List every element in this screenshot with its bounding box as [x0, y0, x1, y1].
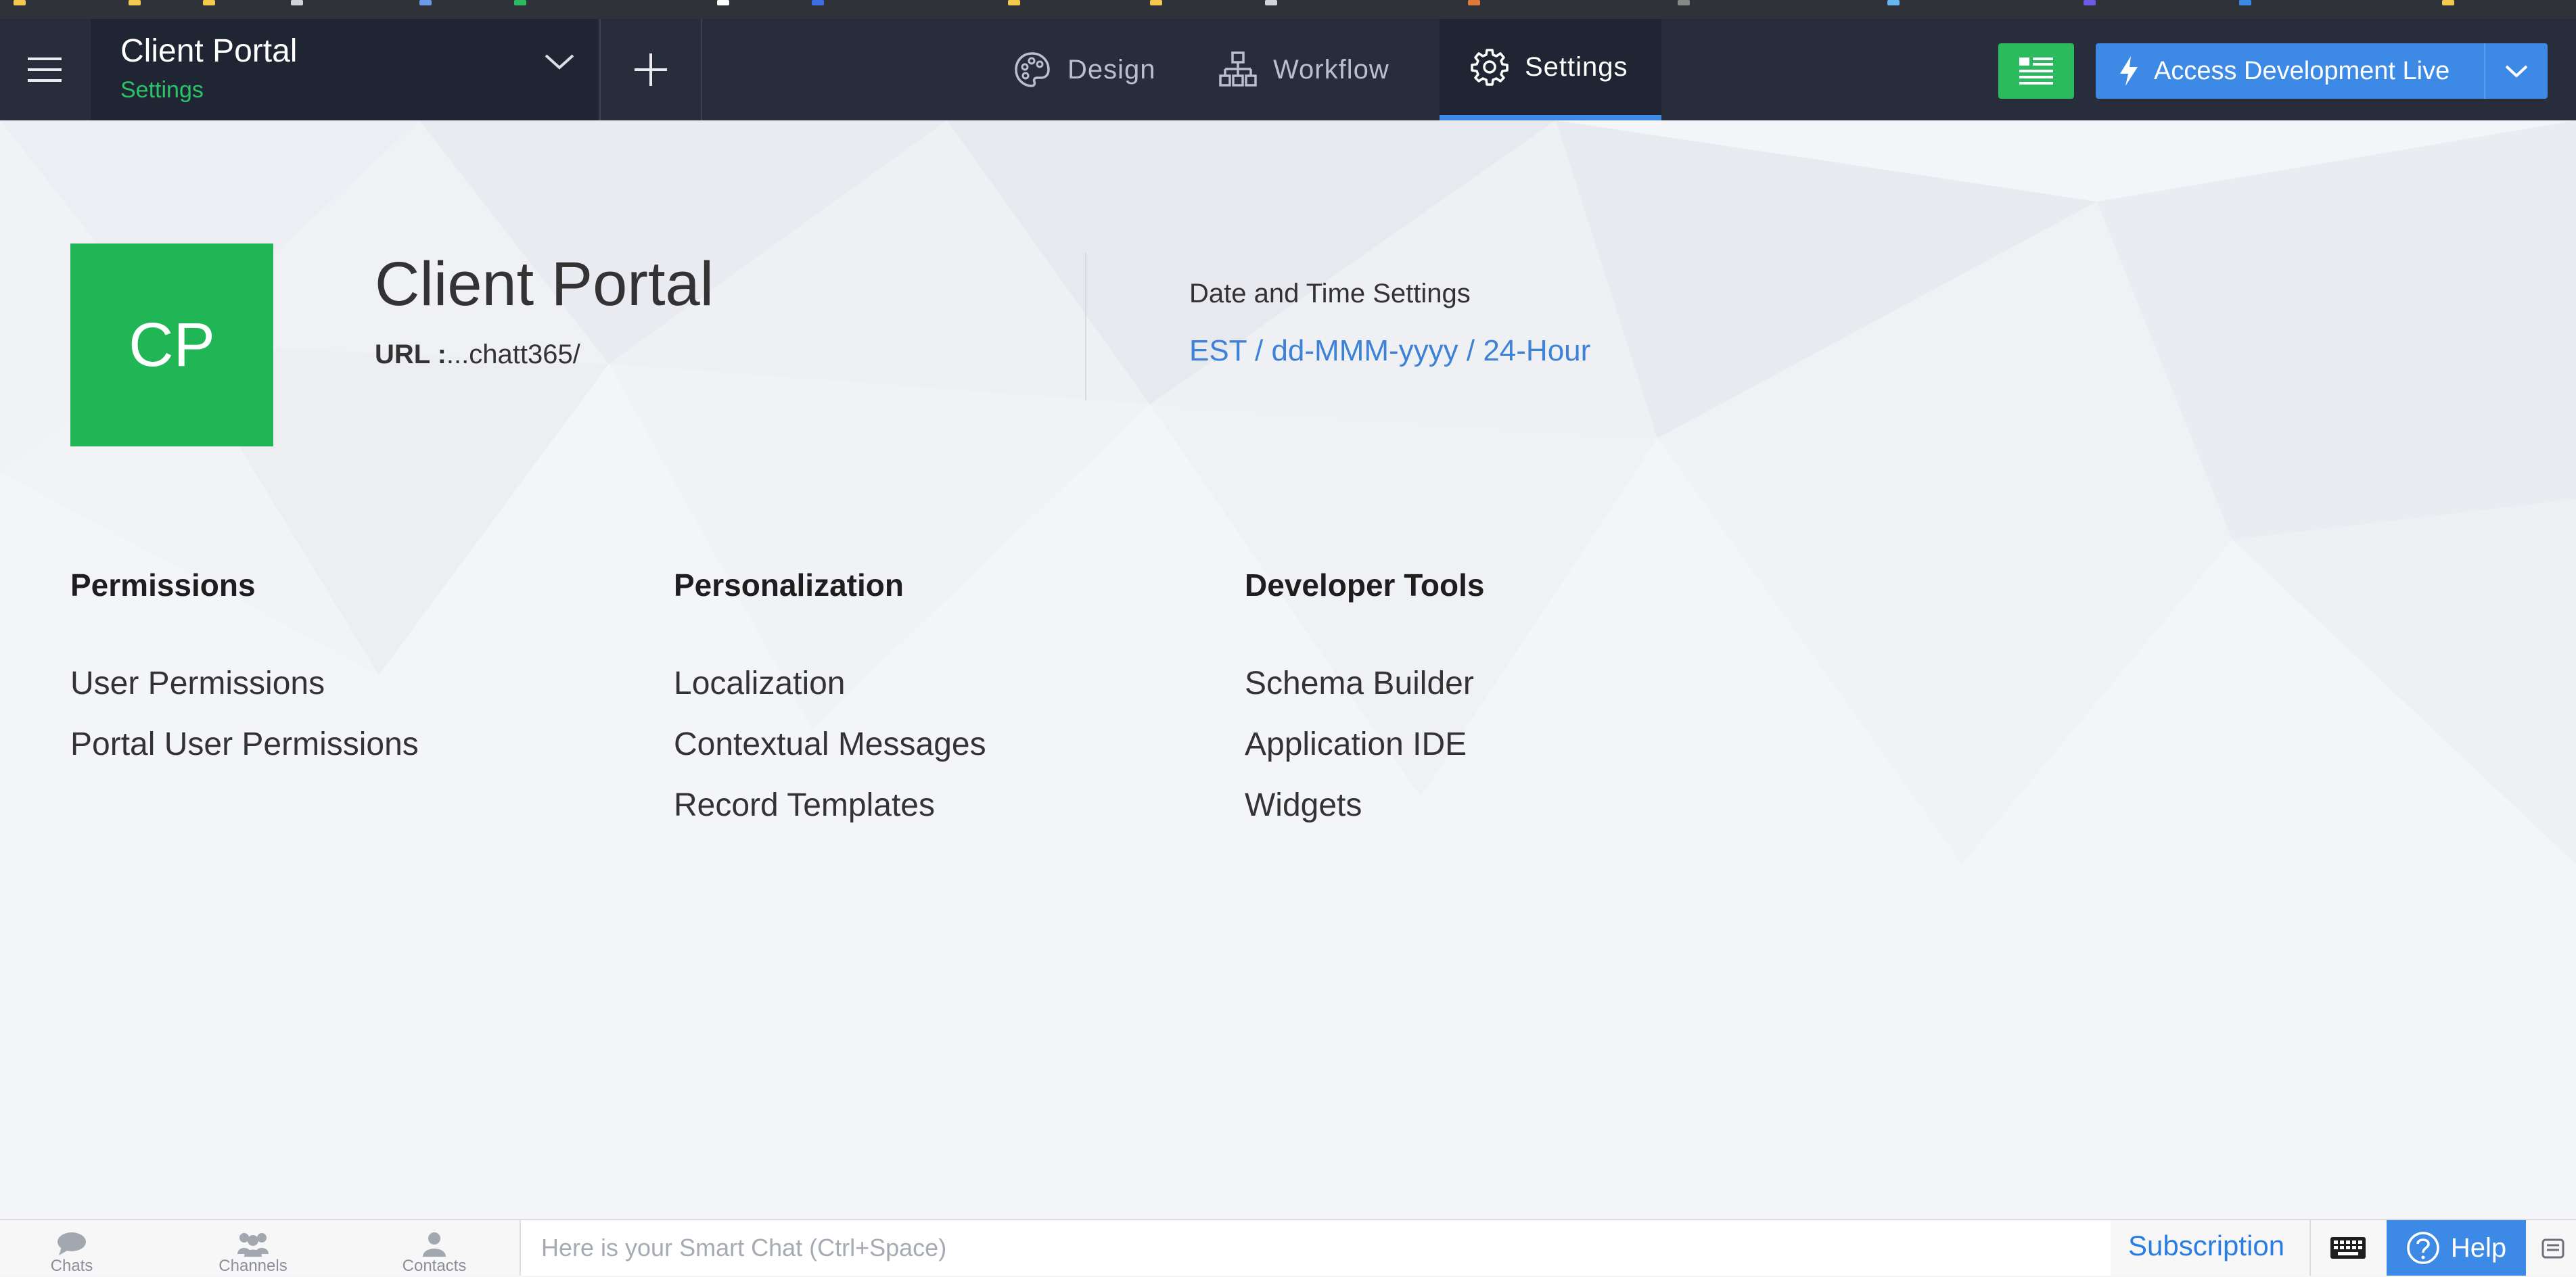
tab-workflow[interactable]: Workflow [1188, 19, 1421, 120]
keyboard-icon [2330, 1237, 2366, 1259]
app-subtitle: Settings [120, 77, 204, 103]
palette-icon [1015, 52, 1050, 87]
user-permissions-link[interactable]: User Permissions [70, 667, 419, 701]
add-button[interactable] [599, 19, 702, 120]
gear-icon [1471, 49, 1509, 86]
workflow-icon [1219, 51, 1257, 87]
smart-chat-field[interactable] [520, 1220, 2111, 1276]
datetime-settings-link[interactable]: EST / dd-MMM-yyyy / 24-Hour [1189, 334, 1590, 368]
tab-design[interactable]: Design [982, 19, 1187, 120]
person-icon [423, 1232, 446, 1257]
localization-link[interactable]: Localization [674, 667, 986, 701]
keyboard-shortcuts-button[interactable] [2309, 1220, 2385, 1276]
portal-user-permissions-link[interactable]: Portal User Permissions [70, 728, 419, 762]
top-navigation-bar: Client Portal Settings Design Workflow S… [0, 19, 2576, 120]
tab-design-label: Design [1067, 54, 1156, 85]
lightning-icon [2120, 56, 2138, 86]
help-label: Help [2450, 1232, 2507, 1263]
contacts-button[interactable]: Contacts [373, 1220, 495, 1277]
access-development-live-button[interactable]: Access Development Live [2096, 43, 2548, 99]
chevron-down-icon [545, 54, 574, 70]
permissions-section: Permissions User Permissions Portal User… [70, 567, 419, 789]
settings-main-area: CP Client Portal URL :...chatt365/ Date … [0, 120, 2576, 1219]
access-development-live-main[interactable]: Access Development Live [2096, 56, 2484, 86]
app-logo: CP [70, 243, 273, 446]
url-label: URL : [375, 340, 446, 369]
contacts-label: Contacts [402, 1257, 467, 1275]
developer-tools-section: Developer Tools Schema Builder Applicati… [1245, 567, 1484, 850]
access-development-live-label: Access Development Live [2154, 56, 2450, 85]
chat-bubble-icon [58, 1232, 86, 1255]
app-title: Client Portal [375, 250, 714, 319]
list-layout-icon [2019, 57, 2053, 85]
question-circle-icon [2407, 1232, 2439, 1264]
schema-builder-link[interactable]: Schema Builder [1245, 667, 1484, 701]
tab-settings-label: Settings [1525, 51, 1628, 82]
tray-icon [2542, 1238, 2564, 1259]
widgets-link[interactable]: Widgets [1245, 789, 1484, 822]
preview-layout-button[interactable] [1998, 43, 2074, 99]
permissions-heading: Permissions [70, 567, 256, 603]
vertical-divider [1085, 253, 1086, 400]
subscription-link[interactable]: Subscription [2128, 1230, 2284, 1262]
group-icon [237, 1233, 269, 1257]
application-ide-link[interactable]: Application IDE [1245, 728, 1484, 762]
app-url: URL :...chatt365/ [375, 340, 580, 370]
record-templates-link[interactable]: Record Templates [674, 789, 986, 822]
personalization-heading: Personalization [674, 567, 904, 603]
tab-settings[interactable]: Settings [1440, 19, 1661, 120]
datetime-settings-label: Date and Time Settings [1189, 279, 1471, 308]
hamburger-menu-button[interactable] [0, 19, 89, 120]
chats-button[interactable]: Chats [11, 1220, 133, 1277]
app-switcher[interactable]: Client Portal Settings [91, 19, 598, 120]
access-development-live-dropdown[interactable] [2484, 43, 2548, 99]
browser-bookmark-strip [0, 0, 2576, 19]
chevron-down-icon [2505, 65, 2528, 78]
channels-label: Channels [218, 1257, 288, 1275]
contextual-messages-link[interactable]: Contextual Messages [674, 728, 986, 762]
personalization-section: Personalization Localization Contextual … [674, 567, 986, 850]
help-button[interactable]: Help [2387, 1220, 2526, 1276]
plus-icon [635, 53, 667, 86]
url-value: ...chatt365/ [446, 340, 580, 369]
notifications-tray-button[interactable] [2531, 1220, 2576, 1276]
developer-tools-heading: Developer Tools [1245, 567, 1485, 603]
app-name: Client Portal [120, 33, 298, 69]
channels-button[interactable]: Channels [192, 1220, 314, 1277]
bottom-chat-bar: Chats Channels Contacts Subscription [0, 1219, 2576, 1276]
menu-icon [28, 57, 62, 82]
tab-workflow-label: Workflow [1273, 54, 1389, 85]
smart-chat-input[interactable] [521, 1220, 2111, 1276]
chats-label: Chats [50, 1257, 93, 1275]
